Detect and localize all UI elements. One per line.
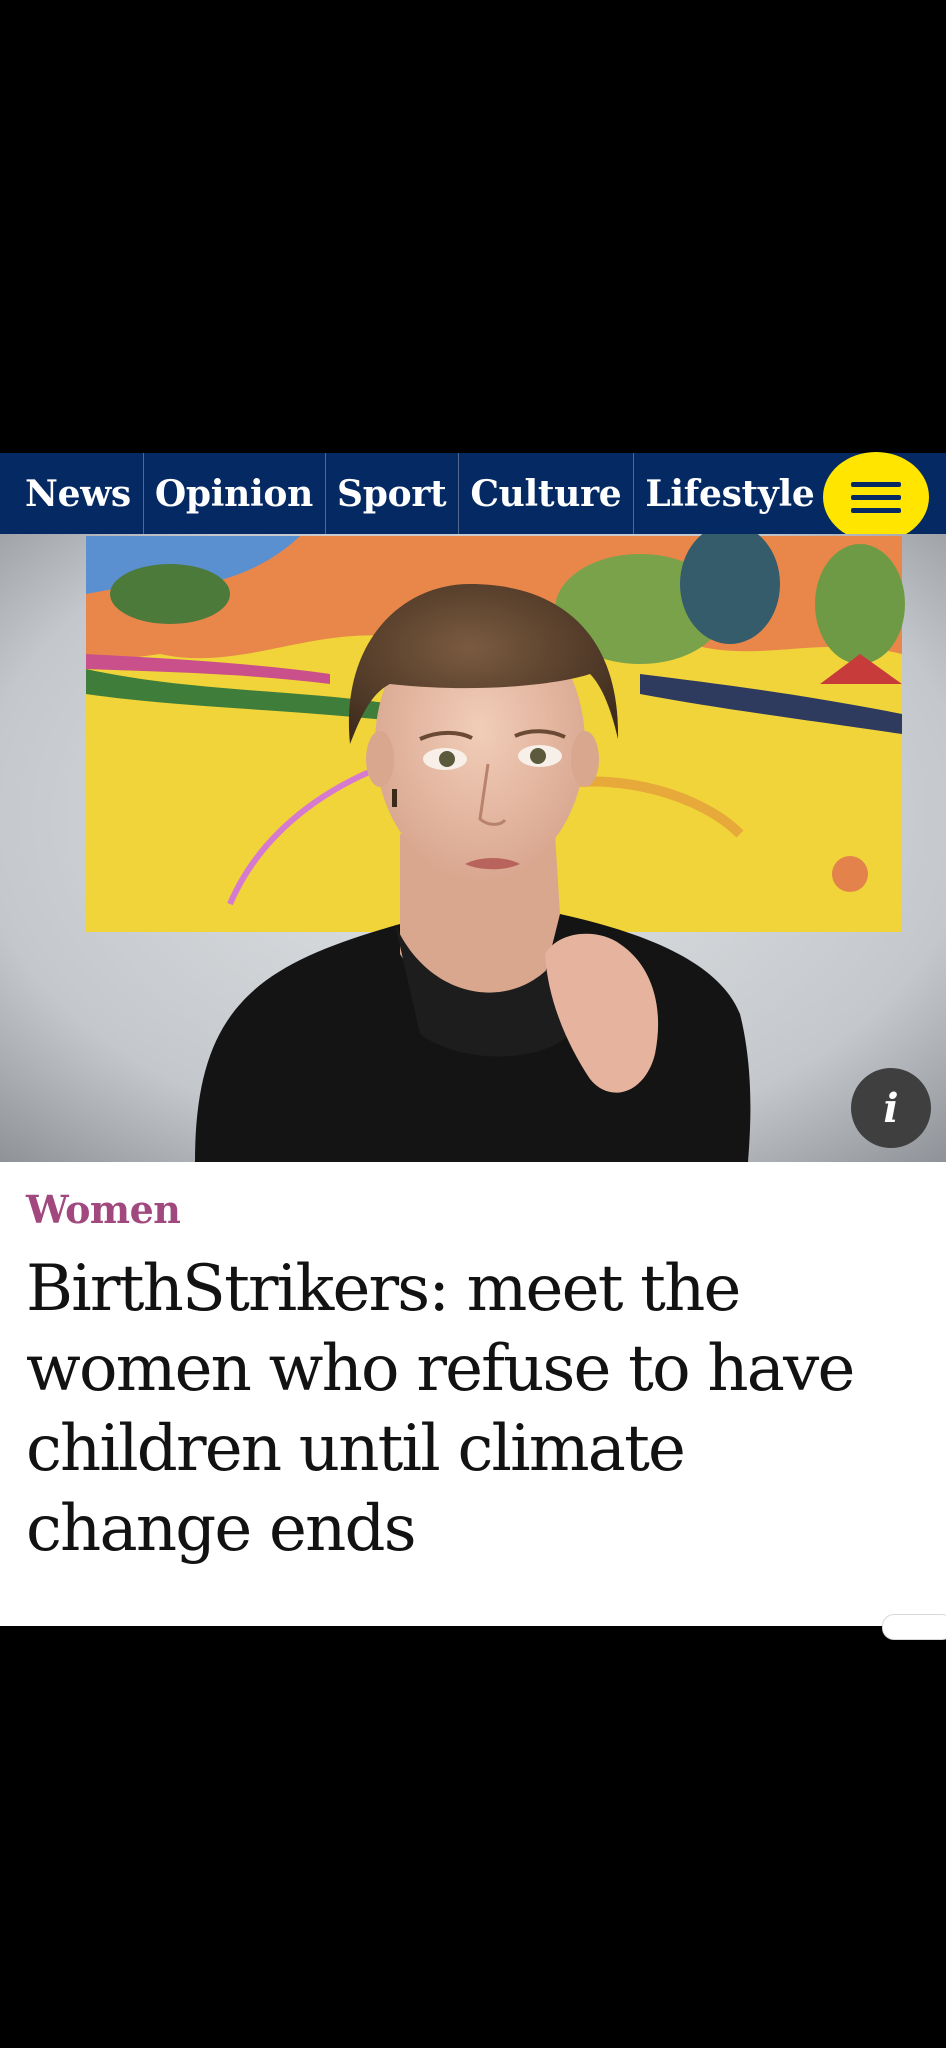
section-nav: News Opinion Sport Culture Lifestyle xyxy=(0,453,946,534)
menu-line xyxy=(851,494,901,500)
nav-item-sport[interactable]: Sport xyxy=(326,453,460,534)
nav-item-culture[interactable]: Culture xyxy=(459,453,635,534)
nav-item-news[interactable]: News xyxy=(0,453,144,534)
menu-line xyxy=(851,481,901,487)
headline[interactable]: BirthStrikers: meet the women who refuse… xyxy=(26,1249,926,1569)
menu-line xyxy=(851,507,901,513)
screen: News Opinion Sport Culture Lifestyle i W… xyxy=(0,0,946,2048)
hamburger-menu-icon[interactable] xyxy=(823,452,929,542)
hero-image xyxy=(0,534,946,1162)
article-header: Women BirthStrikers: meet the women who … xyxy=(0,1162,946,1640)
nav-item-opinion[interactable]: Opinion xyxy=(144,453,327,534)
section-kicker[interactable]: Women xyxy=(26,1187,181,1232)
nav-item-lifestyle[interactable]: Lifestyle xyxy=(634,453,826,534)
info-icon[interactable]: i xyxy=(851,1068,931,1148)
corner-chip xyxy=(882,1614,946,1640)
hero-photo-illustration xyxy=(0,534,946,1162)
